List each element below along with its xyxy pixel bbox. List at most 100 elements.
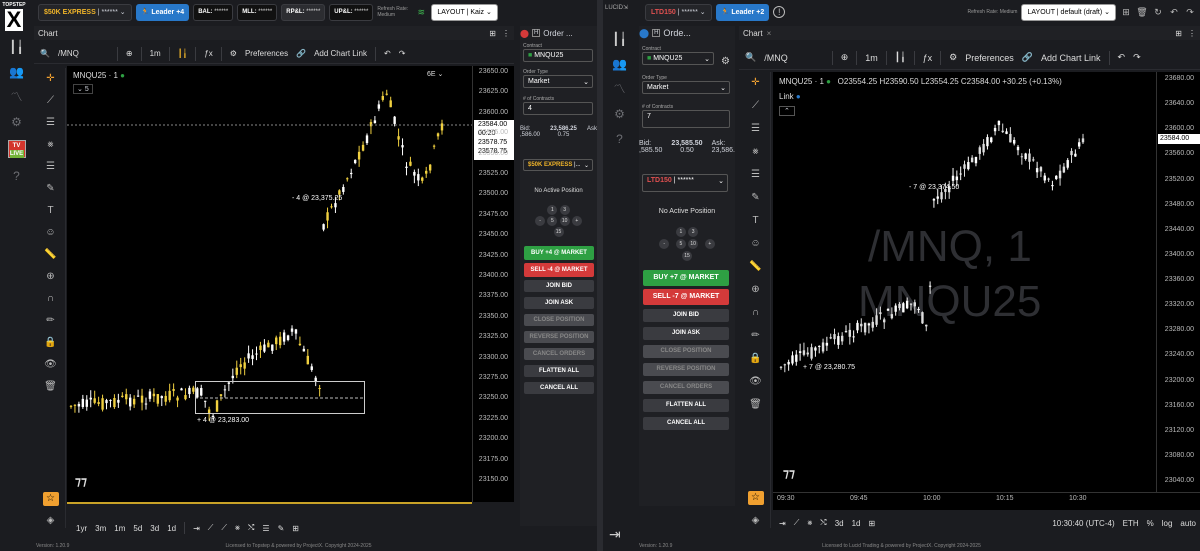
indicators-icon[interactable]: ƒx <box>204 49 212 58</box>
trend-icon[interactable]: 〽 <box>8 90 26 104</box>
add-symbol-icon[interactable]: ⊕ <box>126 49 133 58</box>
layers-icon[interactable]: ◈ <box>748 514 764 528</box>
add-panel-icon[interactable]: ⊞ <box>1120 6 1132 18</box>
plus-icon[interactable]: + <box>704 239 715 249</box>
account-selector[interactable]: $50K EXPRESS | ****** ⌄ <box>38 3 132 21</box>
text-icon[interactable]: T <box>43 204 59 218</box>
qty-1[interactable]: 1 <box>675 227 686 237</box>
qty-5[interactable]: 5 <box>547 216 558 226</box>
trend-icon[interactable]: 〽 <box>611 82 629 96</box>
minus-icon[interactable]: - <box>535 216 546 226</box>
flatten-all-button[interactable]: FLATTEN ALL <box>643 399 729 412</box>
range-3d[interactable]: 3d <box>835 519 844 528</box>
qty-5[interactable]: 5 <box>675 239 686 249</box>
tool-icon[interactable]: ⊞ <box>292 524 299 533</box>
selection-rectangle[interactable] <box>195 381 365 414</box>
buy-market-button[interactable]: BUY +7 @ MARKET <box>643 270 729 286</box>
trendline-icon[interactable]: ⟋ <box>43 94 59 108</box>
users-icon[interactable]: 👥 <box>611 57 629 71</box>
contracts-field[interactable]: # of Contracts 7 <box>642 104 730 128</box>
contract-select[interactable]: ■ MNQU25 ⌄ <box>642 52 714 65</box>
price-axis[interactable]: 23584.00 00:20 23578.75 23578.75 23650.0… <box>472 66 514 502</box>
tool-icon[interactable]: ☰ <box>262 524 269 533</box>
eye-icon[interactable]: 👁 <box>748 375 764 389</box>
candle-type-icon[interactable]: ┃╽ <box>178 49 188 58</box>
magnet-icon[interactable]: ∩ <box>43 292 59 306</box>
ruler-icon[interactable]: 📏 <box>748 260 764 274</box>
gear-icon[interactable]: ⚙ <box>721 56 730 67</box>
redo-icon[interactable]: ↷ <box>399 49 406 58</box>
undo-icon[interactable]: ↶ <box>1118 52 1126 63</box>
add-chart-link-button[interactable]: Add Chart Link <box>314 49 367 58</box>
reverse-position-button[interactable]: REVERSE POSITION <box>524 331 594 343</box>
horizontal-lines-icon[interactable]: ☰ <box>43 116 59 130</box>
text-icon[interactable]: T <box>748 214 764 228</box>
help-icon[interactable]: ? <box>8 169 26 183</box>
layout-selector[interactable]: LAYOUT | default (draft) ⌄ <box>1021 3 1116 21</box>
pattern-icon[interactable]: ⨳ <box>43 138 59 152</box>
order-type-select[interactable]: Market ⌄ <box>523 75 593 88</box>
tool-icon[interactable]: ⤭ <box>248 523 254 533</box>
sell-market-button[interactable]: SELL -4 @ MARKET <box>524 263 594 277</box>
interval-button[interactable]: 1m <box>150 49 161 58</box>
range-3d[interactable]: 3d <box>150 524 159 533</box>
zoom-icon[interactable]: ⊕ <box>748 283 764 297</box>
calendar-icon[interactable]: ⊞ <box>869 519 876 528</box>
account-selector[interactable]: LTD150 | ****** ⌄ <box>645 3 712 21</box>
undo-icon[interactable]: ↶ <box>384 49 391 58</box>
date-range-icon[interactable]: ⇥ <box>193 524 200 533</box>
date-range-icon[interactable]: ⇥ <box>779 519 786 528</box>
join-bid-button[interactable]: JOIN BID <box>524 280 594 292</box>
symbol-input[interactable]: /MNQ <box>764 53 788 63</box>
contract-picker[interactable]: 6E ⌄ <box>427 70 443 78</box>
more-icon[interactable]: ⋮ <box>1188 29 1196 38</box>
trash-icon[interactable]: 🗑 <box>748 398 764 412</box>
lock-icon[interactable]: 🔒 <box>748 352 764 366</box>
refresh-rate[interactable]: Refresh Rate: Medium <box>377 6 411 18</box>
contracts-field[interactable]: # of Contracts 4 <box>523 96 593 115</box>
bid-box[interactable]: Bid: ,586.00 <box>520 126 540 138</box>
order-type-field[interactable]: Order Type Market ⌄ <box>642 75 730 94</box>
order-type-field[interactable]: Order Type Market ⌄ <box>523 69 593 88</box>
chart-tab[interactable]: Chart <box>743 29 763 38</box>
horizontal-lines-icon[interactable]: ☰ <box>748 122 764 136</box>
join-ask-button[interactable]: JOIN ASK <box>524 297 594 309</box>
ask-box[interactable]: Ask <box>587 126 597 138</box>
order-type-select[interactable]: Market ⌄ <box>642 81 730 94</box>
contracts-input[interactable]: 7 <box>642 110 730 128</box>
preferences-button[interactable]: Preferences <box>245 49 288 58</box>
qty-10[interactable]: 10 <box>559 216 570 226</box>
left-chart[interactable]: MNQU25 · 1 ● ⌄ 5 6E ⌄ - 4 @ 23,375.25 + … <box>67 66 514 502</box>
add-symbol-icon[interactable]: ⊕ <box>841 52 849 63</box>
brush-icon[interactable]: ✎ <box>748 191 764 205</box>
close-icon[interactable]: × <box>767 29 772 38</box>
refresh-rate[interactable]: Refresh Rate: Medium <box>967 9 1017 15</box>
info-icon[interactable]: ! <box>773 6 786 18</box>
right-chart[interactable]: /MNQ, 1 MNQU25 MNQU25 · 1 ● O23554.25 H2… <box>773 72 1200 510</box>
percent-toggle[interactable]: % <box>1147 519 1154 528</box>
fib-icon[interactable]: ☰ <box>43 160 59 174</box>
layers-icon[interactable]: ◈ <box>43 514 59 528</box>
gear-icon[interactable]: ⚙ <box>8 115 26 129</box>
qty-3[interactable]: 3 <box>559 205 570 215</box>
session-toggle[interactable]: ETH <box>1123 519 1139 528</box>
pencil-lock-icon[interactable]: ✏ <box>748 329 764 343</box>
cancel-all-button[interactable]: CANCEL ALL <box>643 417 729 430</box>
reverse-position-button[interactable]: REVERSE POSITION <box>643 363 729 376</box>
account-select[interactable]: $50K EXPRESS |... ⌄ <box>523 159 593 171</box>
gear-icon[interactable]: ⚙ <box>611 107 629 121</box>
auto-toggle[interactable]: auto <box>1180 519 1196 528</box>
link-icon[interactable]: 🔗 <box>1022 52 1033 63</box>
cancel-orders-button[interactable]: CANCEL ORDERS <box>643 381 729 394</box>
leader-button[interactable]: 🏃 Leader +2 <box>715 3 770 21</box>
contract-field[interactable]: Contract ■ MNQU25 <box>523 43 593 62</box>
refresh-icon[interactable]: ↻ <box>1152 6 1164 18</box>
join-ask-button[interactable]: JOIN ASK <box>643 327 729 340</box>
undo-icon[interactable]: ↶ <box>1168 6 1180 18</box>
qty-15[interactable]: 15 <box>553 227 564 237</box>
gear-icon[interactable]: ⚙ <box>949 52 957 63</box>
more-icon[interactable]: ⋮ <box>502 29 510 38</box>
close-position-button[interactable]: CLOSE POSITION <box>524 314 594 326</box>
flatten-all-button[interactable]: FLATTEN ALL <box>524 365 594 377</box>
star-icon[interactable]: ☆ <box>42 492 59 506</box>
